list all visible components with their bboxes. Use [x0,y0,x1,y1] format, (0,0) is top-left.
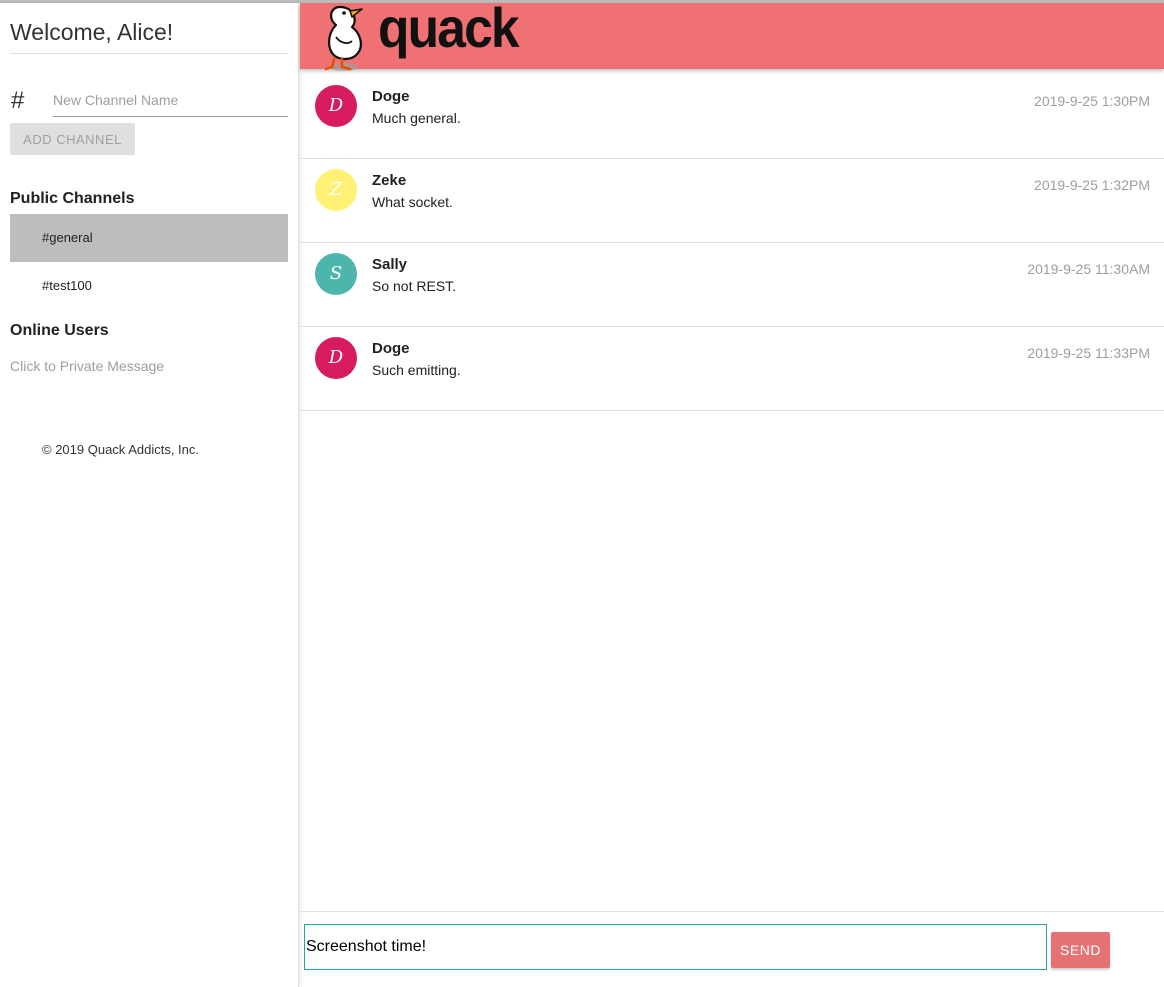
message-text: So not REST. [372,278,457,294]
avatar: S [315,253,357,295]
channel-item-general[interactable]: #general [10,214,288,262]
new-channel-name-input[interactable] [53,83,288,117]
message-list: D Doge Much general. 2019-9-25 1:30PM Z … [300,75,1164,412]
message-text: What socket. [372,194,453,210]
channel-list: #general #test100 [10,214,288,310]
message-author: Sally [372,256,408,273]
add-channel-button[interactable]: ADD CHANNEL [10,123,135,155]
avatar: D [315,85,357,127]
message-item: S Sally So not REST. 2019-9-25 11:30AM [300,243,1164,327]
channel-item-test100[interactable]: #test100 [10,262,288,310]
message-timestamp: 2019-9-25 1:32PM [1034,177,1150,193]
message-item: D Doge Much general. 2019-9-25 1:30PM [300,75,1164,159]
message-text: Such emitting. [372,362,461,378]
welcome-heading: Welcome, Alice! [10,19,288,54]
message-author: Zeke [372,172,407,189]
send-button[interactable]: SEND [1051,932,1110,968]
public-channels-title: Public Channels [10,190,135,207]
message-item: Z Zeke What socket. 2019-9-25 1:32PM [300,159,1164,243]
message-text: Much general. [372,110,461,126]
message-input[interactable] [304,924,1047,970]
duck-icon [324,5,363,71]
avatar: Z [315,169,357,211]
message-author: Doge [372,340,410,357]
hash-icon: # [11,87,25,114]
message-timestamp: 2019-9-25 11:30AM [1027,261,1150,277]
online-users-title: Online Users [10,322,109,339]
avatar: D [315,337,357,379]
message-timestamp: 2019-9-25 1:30PM [1034,93,1150,109]
composer-divider [300,911,1164,912]
app-window: Welcome, Alice! # ADD CHANNEL Public Cha… [0,0,1164,987]
message-timestamp: 2019-9-25 11:33PM [1027,345,1150,361]
online-users-hint: Click to Private Message [10,358,165,374]
brand-logo-text: quack [378,0,520,59]
message-author: Doge [372,88,410,105]
app-header: quack [300,0,1164,71]
copyright-text: © 2019 Quack Addicts, Inc. [42,442,199,457]
message-item: D Doge Such emitting. 2019-9-25 11:33PM [300,327,1164,411]
sidebar: Welcome, Alice! # ADD CHANNEL Public Cha… [0,3,299,987]
